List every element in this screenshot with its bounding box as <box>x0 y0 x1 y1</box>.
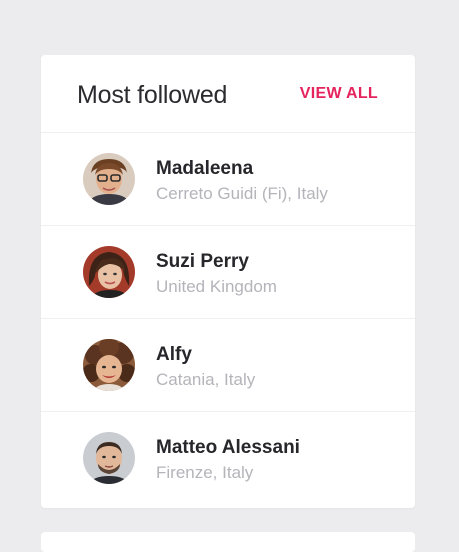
avatar[interactable] <box>83 246 135 298</box>
person-name: Madaleena <box>156 158 254 179</box>
most-followed-card: Most followed VIEW ALL Madaleena Cerreto… <box>41 55 415 508</box>
card-header: Most followed VIEW ALL <box>41 55 415 133</box>
avatar-image <box>83 246 135 298</box>
person-location: United Kingdom <box>156 277 277 296</box>
person-location: Firenze, Italy <box>156 463 254 482</box>
list-item[interactable]: Alfy Catania, Italy <box>41 319 415 412</box>
avatar[interactable] <box>83 432 135 484</box>
person-location: Catania, Italy <box>156 370 256 389</box>
card-title: Most followed <box>77 81 228 109</box>
person-location: Cerreto Guidi (Fi), Italy <box>156 184 328 203</box>
list-item[interactable]: Suzi Perry United Kingdom <box>41 226 415 319</box>
avatar[interactable] <box>83 153 135 205</box>
list-item[interactable]: Madaleena Cerreto Guidi (Fi), Italy <box>41 133 415 226</box>
next-card <box>41 532 415 552</box>
person-name: Suzi Perry <box>156 251 249 272</box>
list-item[interactable]: Matteo Alessani Firenze, Italy <box>41 412 415 504</box>
avatar-image <box>83 153 135 205</box>
person-name: Matteo Alessani <box>156 437 300 458</box>
avatar-image <box>83 339 135 391</box>
avatar[interactable] <box>83 339 135 391</box>
person-name: Alfy <box>156 344 192 365</box>
view-all-link[interactable]: VIEW ALL <box>300 85 378 103</box>
avatar-image <box>83 432 135 484</box>
